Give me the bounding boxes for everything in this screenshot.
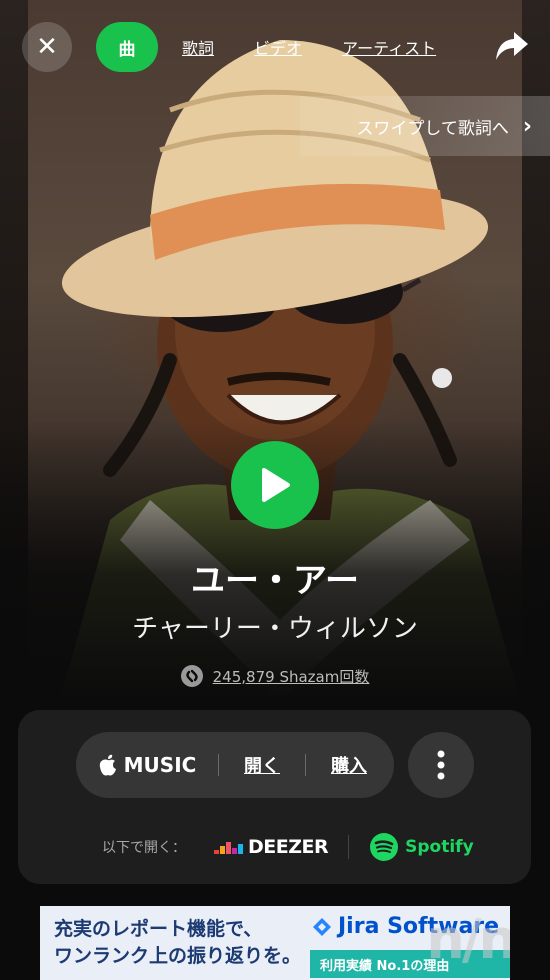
shazam-count[interactable]: 245,879 Shazam回数: [0, 665, 550, 687]
swipe-to-lyrics-hint[interactable]: スワイプして歌詞へ ›: [300, 96, 550, 156]
apple-music-label: MUSIC: [123, 753, 197, 777]
play-icon: [262, 468, 290, 502]
close-icon: ✕: [36, 32, 58, 62]
more-vertical-icon: [437, 750, 445, 780]
ad-line-1: 充実のレポート機能で、: [54, 918, 263, 940]
apple-music-pill: MUSIC 開く 購入: [76, 732, 394, 798]
jira-logo-icon: [313, 917, 331, 936]
tab-artist[interactable]: アーティスト: [342, 35, 436, 59]
deezer-logo-icon: [214, 842, 243, 854]
tab-video[interactable]: ビデオ: [254, 35, 302, 59]
more-options-button[interactable]: [408, 732, 474, 798]
tab-bar: 曲 歌詞 ビデオ アーティスト: [96, 22, 436, 72]
song-title: ユー・アー: [191, 561, 359, 601]
spotify-button[interactable]: Spotify: [369, 832, 474, 862]
open-in-label: 以下で開く：: [102, 840, 186, 856]
tab-song[interactable]: 曲: [96, 22, 158, 72]
shazam-count-label: 245,879 Shazam回数: [212, 667, 370, 686]
open-in-row: 以下で開く： DEEZER Spotify: [102, 832, 474, 862]
provider-card: MUSIC 開く 購入 以下で開く： DEEZER Spotify: [18, 710, 531, 884]
deezer-label: DEEZER: [248, 836, 329, 858]
open-link[interactable]: 開く: [219, 752, 305, 778]
close-button[interactable]: ✕: [22, 22, 72, 72]
ad-copy: 充実のレポート機能で、 ワンランク上の振り返りを。: [54, 916, 301, 970]
artist-name[interactable]: チャーリー・ウィルソン: [0, 608, 550, 645]
ad-watermark: n/n: [426, 908, 510, 971]
share-icon: [496, 32, 528, 60]
shazam-logo-icon: [180, 665, 203, 687]
play-button[interactable]: [231, 441, 319, 529]
apple-music-brand: MUSIC: [76, 753, 218, 777]
spotify-logo-icon: [370, 833, 399, 861]
row-divider: [348, 835, 350, 859]
apple-logo-icon: [99, 754, 116, 776]
ad-line-2: ワンランク上の振り返りを。: [54, 945, 302, 967]
chevron-right-icon: ›: [522, 113, 532, 139]
share-button[interactable]: [492, 26, 532, 66]
tab-lyrics[interactable]: 歌詞: [182, 35, 214, 59]
spotify-label: Spotify: [405, 837, 474, 857]
buy-link[interactable]: 購入: [306, 752, 392, 778]
ad-banner[interactable]: 充実のレポート機能で、 ワンランク上の振り返りを。 Jira Software …: [40, 906, 510, 980]
swipe-hint-label: スワイプして歌詞へ: [356, 118, 509, 139]
deezer-button[interactable]: DEEZER: [214, 836, 329, 858]
